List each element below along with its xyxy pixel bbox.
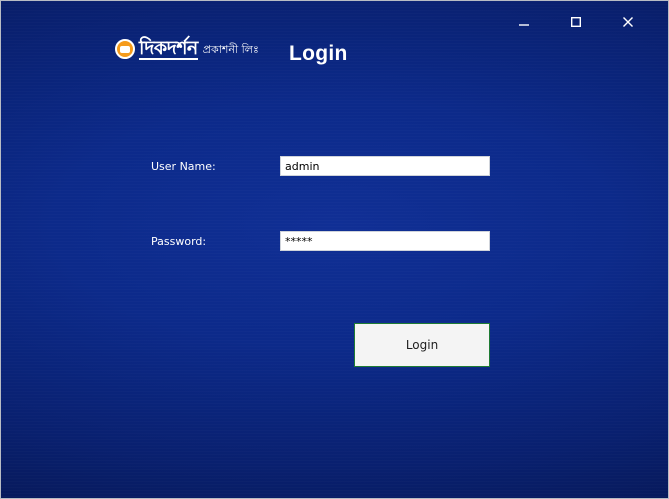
close-button[interactable] xyxy=(602,11,654,33)
minimize-icon xyxy=(519,24,529,26)
maximize-icon xyxy=(571,17,581,27)
window-controls xyxy=(498,11,654,33)
close-icon xyxy=(623,17,633,27)
logo-text: দিকদর্শন xyxy=(139,37,198,60)
logo-emblem-icon xyxy=(115,39,135,59)
username-label: User Name: xyxy=(151,160,216,173)
maximize-button[interactable] xyxy=(550,11,602,33)
password-field[interactable] xyxy=(280,231,490,251)
company-logo: দিকদর্শন প্রকাশনী লিঃ xyxy=(115,38,259,60)
password-label: Password: xyxy=(151,235,207,248)
logo-subtext: প্রকাশনী লিঃ xyxy=(202,42,259,56)
minimize-button[interactable] xyxy=(498,11,550,33)
username-field[interactable] xyxy=(280,156,490,176)
page-title: Login xyxy=(289,42,348,65)
login-button[interactable]: Login xyxy=(354,323,490,367)
login-window: দিকদর্শন প্রকাশনী লিঃ Login User Name: P… xyxy=(0,0,669,499)
